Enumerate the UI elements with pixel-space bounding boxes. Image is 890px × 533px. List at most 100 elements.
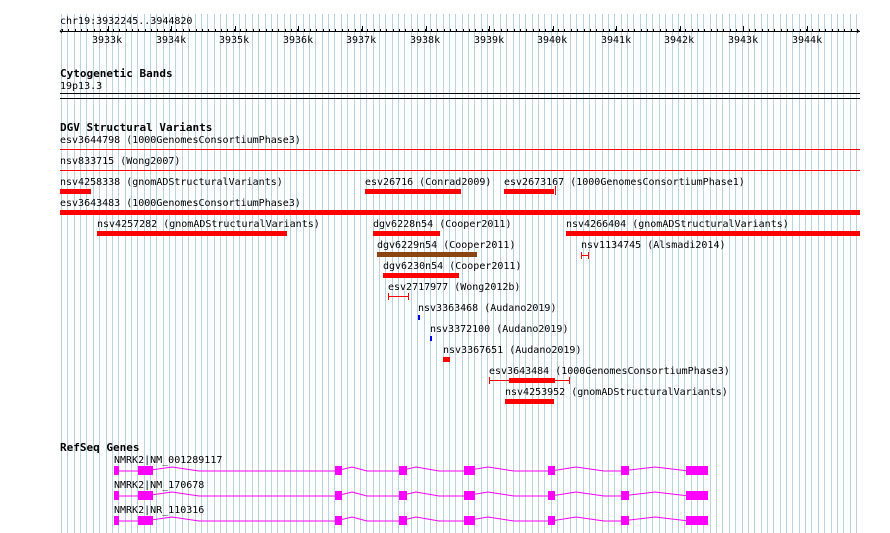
ruler-minor-tick	[253, 29, 254, 32]
cytoband-bar-top	[60, 93, 860, 94]
ruler-minor-tick	[736, 29, 737, 32]
ruler-minor-tick	[189, 29, 190, 32]
ruler-minor-tick	[68, 29, 69, 32]
ruler-minor-tick	[698, 29, 699, 32]
ruler-minor-tick	[832, 29, 833, 32]
ruler-minor-tick	[119, 29, 120, 32]
sv-feature-bar[interactable]	[509, 378, 555, 383]
sv-feature-bar[interactable]	[60, 210, 860, 215]
sv-feature-label[interactable]: nsv3372100 (Audano2019)	[430, 324, 568, 335]
sv-feature-label[interactable]: dgv6229n54 (Cooper2011)	[377, 240, 515, 251]
gene-exon	[114, 516, 119, 525]
dgv-track-title: DGV Structural Variants	[60, 121, 213, 134]
ruler-minor-tick	[749, 29, 750, 32]
ruler-minor-tick	[164, 29, 165, 32]
ruler-major-tick	[298, 26, 299, 32]
ruler-tick-label: 3936k	[283, 35, 314, 46]
sv-feature-label[interactable]: nsv3367651 (Audano2019)	[443, 345, 581, 356]
ruler-minor-tick	[577, 29, 578, 32]
sv-feature-label[interactable]: nsv4257282 (gnomADStructuralVariants)	[97, 219, 320, 230]
ruler-minor-tick	[482, 29, 483, 32]
ruler-minor-tick	[316, 29, 317, 32]
sv-feature-bar[interactable]	[388, 296, 409, 297]
ruler-minor-tick	[469, 29, 470, 32]
ruler-minor-tick	[266, 29, 267, 32]
sv-feature-bar[interactable]	[377, 252, 477, 257]
ruler-minor-tick	[272, 29, 273, 32]
ruler-major-tick	[489, 26, 490, 32]
sv-feature-bar[interactable]	[383, 273, 459, 278]
ruler-minor-tick	[94, 29, 95, 32]
sv-feature-bar[interactable]	[97, 231, 287, 236]
ruler-axis	[60, 31, 860, 32]
ruler-minor-tick	[240, 29, 241, 32]
sv-feature-label[interactable]: nsv3363468 (Audano2019)	[418, 303, 556, 314]
sv-feature-bar[interactable]	[504, 189, 554, 194]
sv-feature-bar[interactable]	[443, 357, 450, 362]
sv-feature-bar[interactable]	[60, 149, 860, 150]
ruler-minor-tick	[126, 29, 127, 32]
sv-feature-bar[interactable]	[60, 170, 860, 171]
sv-feature-label[interactable]: dgv6228n54 (Cooper2011)	[373, 219, 511, 230]
sv-feature-label[interactable]: esv3644798 (1000GenomesConsortiumPhase3)	[60, 135, 301, 146]
sv-feature-bar[interactable]	[430, 336, 432, 341]
ruler-major-tick	[362, 26, 363, 32]
ruler-minor-tick	[335, 29, 336, 32]
ruler-minor-tick	[666, 29, 667, 32]
ruler-minor-tick	[329, 29, 330, 32]
ruler-minor-tick	[412, 29, 413, 32]
ruler-minor-tick	[692, 29, 693, 32]
sv-feature-bar[interactable]	[418, 315, 420, 320]
ruler-minor-tick	[113, 29, 114, 32]
refseq-track-title: RefSeq Genes	[60, 441, 140, 454]
sv-feature-bar[interactable]	[60, 189, 91, 194]
ruler-minor-tick	[278, 29, 279, 32]
sv-feature-label[interactable]: esv2717977 (Wong2012b)	[388, 282, 520, 293]
ruler-minor-tick	[304, 29, 305, 32]
sv-feature-label[interactable]: esv3643483 (1000GenomesConsortiumPhase3)	[60, 198, 301, 209]
ruler-minor-tick	[673, 29, 674, 32]
gene-exon	[138, 491, 153, 500]
ruler-tick-label: 3938k	[410, 35, 441, 46]
ruler-minor-tick	[386, 29, 387, 32]
ruler-minor-tick	[81, 29, 82, 32]
ruler-tick-label: 3942k	[664, 35, 695, 46]
ruler-minor-tick	[723, 29, 724, 32]
sv-feature-label[interactable]: esv3643484 (1000GenomesConsortiumPhase3)	[489, 366, 730, 377]
sv-feature-bar[interactable]	[505, 399, 554, 404]
ruler-minor-tick	[285, 29, 286, 32]
sv-feature-label[interactable]: nsv1134745 (Alsmadi2014)	[581, 240, 726, 251]
ruler-minor-tick	[819, 29, 820, 32]
ruler-minor-tick	[259, 29, 260, 32]
ruler-minor-tick	[539, 29, 540, 32]
gene-exon	[335, 516, 342, 525]
sv-feature-bar[interactable]	[566, 231, 860, 236]
ruler-minor-tick	[475, 29, 476, 32]
gene-exon	[114, 491, 119, 500]
gene-exon	[464, 516, 475, 525]
sv-feature-bar[interactable]	[365, 189, 461, 194]
gene-exon	[114, 466, 119, 475]
ruler-minor-tick	[609, 29, 610, 32]
ruler-minor-tick	[221, 29, 222, 32]
ruler-minor-tick	[323, 29, 324, 32]
ruler-minor-tick	[603, 29, 604, 32]
ruler-minor-tick	[374, 29, 375, 32]
sv-feature-label[interactable]: nsv833715 (Wong2007)	[60, 156, 180, 167]
sv-feature-label[interactable]: dgv6230n54 (Cooper2011)	[383, 261, 521, 272]
ruler-major-tick	[743, 26, 744, 32]
sv-feature-label[interactable]: esv2673167 (1000GenomesConsortiumPhase1)	[504, 177, 745, 188]
ruler-minor-tick	[584, 29, 585, 32]
ruler-minor-tick	[157, 29, 158, 32]
sv-feature-label[interactable]: esv26716 (Conrad2009)	[365, 177, 491, 188]
ruler-minor-tick	[622, 29, 623, 32]
ruler-minor-tick	[628, 29, 629, 32]
sv-feature-label[interactable]: nsv4253952 (gnomADStructuralVariants)	[505, 387, 728, 398]
sv-feature-label[interactable]: nsv4258338 (gnomADStructuralVariants)	[60, 177, 283, 188]
sv-feature-bar[interactable]	[373, 231, 440, 236]
ruler-minor-tick	[75, 29, 76, 32]
ruler-minor-tick	[393, 29, 394, 32]
sv-feature-label[interactable]: nsv4266404 (gnomADStructuralVariants)	[566, 219, 789, 230]
cytoband-label[interactable]: 19p13.3	[60, 81, 102, 92]
ruler-minor-tick	[812, 29, 813, 32]
